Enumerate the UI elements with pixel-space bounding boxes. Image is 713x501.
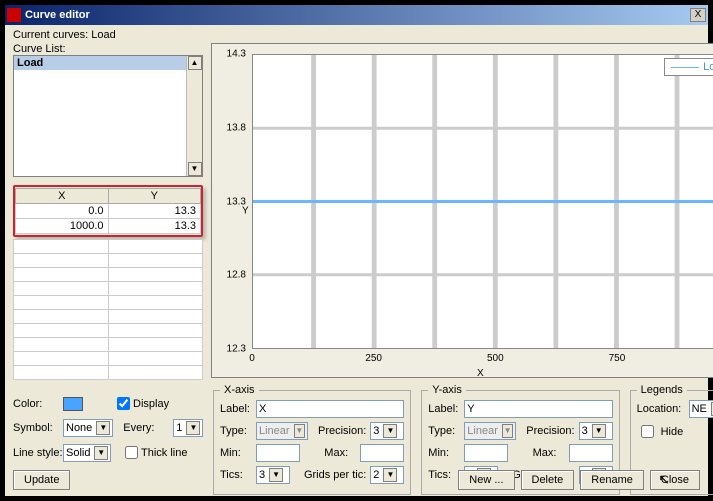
y-type-l: Type: xyxy=(428,425,460,437)
titlebar: Curve editor X xyxy=(5,5,708,25)
chevron-down-icon: ▼ xyxy=(94,446,108,460)
ytick: 12.3 xyxy=(227,344,246,355)
ytick: 13.8 xyxy=(227,122,246,133)
x-type-select[interactable]: Linear▼ xyxy=(256,422,308,440)
curve-listbox[interactable]: Load ▲ ▼ xyxy=(13,55,203,177)
status-text: Current curves: Load xyxy=(13,29,700,41)
y-axis-label: Y xyxy=(242,205,249,216)
legend-line-icon xyxy=(671,67,699,68)
chevron-down-icon: ▼ xyxy=(294,424,305,438)
every-label: Every: xyxy=(123,422,173,434)
every-select[interactable]: 1▼ xyxy=(173,419,203,437)
x-prec-l: Precision: xyxy=(318,425,366,437)
ytick: 14.3 xyxy=(227,49,246,60)
y-min-l: Min: xyxy=(428,447,460,459)
y-prec-select[interactable]: 3▼ xyxy=(579,422,613,440)
x-label-input[interactable] xyxy=(256,400,404,418)
x-max-input[interactable] xyxy=(360,444,404,462)
y-label-input[interactable] xyxy=(464,400,612,418)
y-min-input[interactable] xyxy=(464,444,508,462)
chevron-down-icon: ▼ xyxy=(383,424,397,438)
legend-hide-checkbox[interactable] xyxy=(641,425,654,438)
y-prec-l: Precision: xyxy=(526,425,574,437)
y-max-l: Max: xyxy=(533,447,565,459)
xaxis-legend: X-axis xyxy=(220,384,259,396)
scrollbar[interactable]: ▲ ▼ xyxy=(186,56,202,176)
chevron-down-icon: ▼ xyxy=(96,421,110,435)
thickline-checkbox[interactable] xyxy=(125,446,138,459)
app-icon xyxy=(7,8,21,22)
close-icon[interactable]: X xyxy=(690,8,706,22)
display-label: Display xyxy=(133,398,183,410)
highlighted-table: X Y 0.0 13.3 1000.0 13.3 xyxy=(13,185,203,237)
x-label-l: Label: xyxy=(220,403,252,415)
x-min-input[interactable] xyxy=(256,444,300,462)
legend-hide-l: Hide xyxy=(661,426,693,438)
chart: 14.3 13.8 13.3 12.8 12.3 Y xyxy=(211,43,713,378)
table-row: 0.0 13.3 xyxy=(16,204,201,219)
chevron-down-icon: ▼ xyxy=(186,421,200,435)
scroll-up-icon[interactable]: ▲ xyxy=(188,56,202,70)
window-title: Curve editor xyxy=(25,9,690,21)
chevron-down-icon: ▼ xyxy=(592,424,606,438)
chevron-down-icon: ▼ xyxy=(502,424,513,438)
new-button[interactable]: New ... xyxy=(458,470,514,490)
legend-label: Load xyxy=(703,61,713,73)
color-label: Color: xyxy=(13,398,63,410)
x-prec-select[interactable]: 3▼ xyxy=(370,422,404,440)
x-max-l: Max: xyxy=(324,447,356,459)
update-button[interactable]: Update xyxy=(13,470,70,490)
legends-legend: Legends xyxy=(637,384,687,396)
ytick: 12.8 xyxy=(227,270,246,281)
cell-x[interactable]: 0.0 xyxy=(16,204,109,219)
x-type-l: Type: xyxy=(220,425,252,437)
rename-button[interactable]: Rename xyxy=(580,470,644,490)
cell-y[interactable]: 13.3 xyxy=(108,219,201,234)
col-x[interactable]: X xyxy=(16,189,109,204)
delete-button[interactable]: Delete xyxy=(521,470,575,490)
chart-legend: Load xyxy=(664,58,713,76)
symbol-label: Symbol: xyxy=(13,422,63,434)
color-swatch[interactable] xyxy=(63,397,83,411)
curve-list-label: Curve List: xyxy=(13,43,203,55)
scroll-down-icon[interactable]: ▼ xyxy=(188,162,202,176)
linestyle-label: Line style: xyxy=(13,447,63,459)
curve-list-item[interactable]: Load xyxy=(14,56,202,70)
xy-table-empty[interactable] xyxy=(13,239,203,380)
x-axis-label: X xyxy=(477,368,484,379)
symbol-select[interactable]: None▼ xyxy=(63,419,113,437)
plot-svg xyxy=(253,55,713,348)
table-row: 1000.0 13.3 xyxy=(16,219,201,234)
xtick: 750 xyxy=(609,353,626,364)
y-label-l: Label: xyxy=(428,403,460,415)
col-y[interactable]: Y xyxy=(108,189,201,204)
cell-x[interactable]: 1000.0 xyxy=(16,219,109,234)
xtick: 250 xyxy=(365,353,382,364)
display-checkbox[interactable] xyxy=(117,397,130,410)
legend-loc-select[interactable]: NE▼ xyxy=(689,400,713,418)
cell-y[interactable]: 13.3 xyxy=(108,204,201,219)
xy-table[interactable]: X Y 0.0 13.3 1000.0 13.3 xyxy=(15,188,201,234)
xtick: 500 xyxy=(487,353,504,364)
y-max-input[interactable] xyxy=(569,444,613,462)
close-button[interactable]: Close xyxy=(650,470,700,490)
x-min-l: Min: xyxy=(220,447,252,459)
y-type-select[interactable]: Linear▼ xyxy=(464,422,516,440)
thickline-label: Thick line xyxy=(141,447,191,459)
linestyle-select[interactable]: Solid▼ xyxy=(63,444,111,462)
legend-loc-l: Location: xyxy=(637,403,685,415)
yaxis-legend: Y-axis xyxy=(428,384,466,396)
xtick: 0 xyxy=(249,353,255,364)
